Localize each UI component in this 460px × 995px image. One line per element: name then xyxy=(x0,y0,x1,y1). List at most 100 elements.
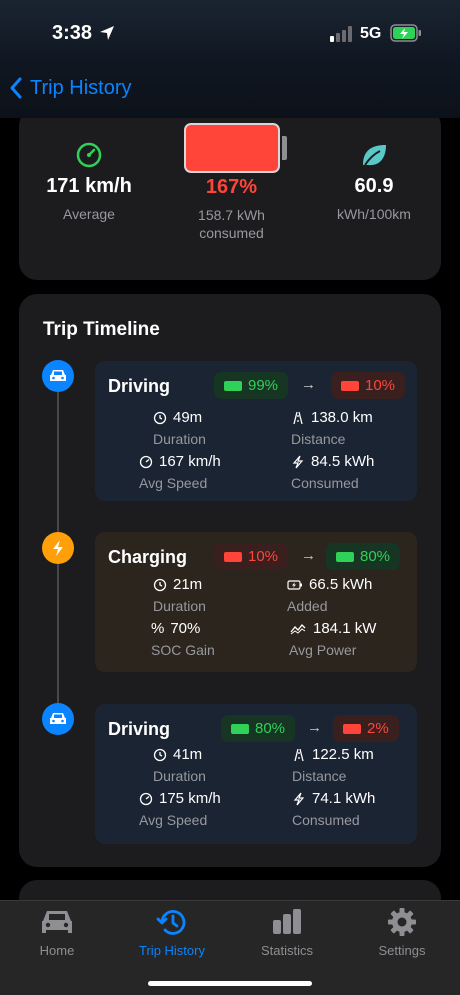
metric-label: Added xyxy=(287,598,328,614)
back-button[interactable]: Trip History xyxy=(8,76,131,100)
soc-start-value: 10% xyxy=(248,548,279,565)
timeline-segment-driving[interactable]: Driving 80% → 2% 41m Duration 122.5 km D… xyxy=(95,704,417,844)
tab-label: Home xyxy=(39,943,75,958)
efficiency-stat: 60.9 kWh/100km xyxy=(314,141,434,222)
gear-icon xyxy=(388,908,416,936)
battery-percent-value: 167% xyxy=(205,176,258,198)
cellular-signal-icon xyxy=(330,26,352,42)
segment-type: Driving xyxy=(108,719,171,739)
metric-consumed: 84.5 kWh Consumed xyxy=(291,453,374,491)
arrow-right-icon: → xyxy=(301,376,316,393)
soc-end-value: 10% xyxy=(365,377,396,394)
tab-statistics[interactable]: Statistics xyxy=(232,907,342,958)
metric-value: 175 km/h xyxy=(159,790,221,807)
battery-consumed-label: 158.7 kWh consumed xyxy=(198,207,265,241)
battery-icon xyxy=(336,551,354,562)
road-icon xyxy=(294,748,304,761)
metric-value: 184.1 kW xyxy=(313,620,377,637)
speedometer-icon xyxy=(139,792,153,805)
soc-end-badge: 80% xyxy=(326,543,401,570)
battery-icon xyxy=(231,723,249,734)
driving-node-icon xyxy=(42,703,74,735)
soc-start-value: 99% xyxy=(248,377,279,394)
segment-type: Charging xyxy=(108,547,187,567)
battery-level-tip xyxy=(282,136,287,160)
metric-label: SOC Gain xyxy=(151,642,215,658)
car-icon xyxy=(50,370,66,381)
home-indicator[interactable] xyxy=(148,981,312,986)
metric-label: Avg Speed xyxy=(139,475,208,491)
metric-distance: 138.0 km Distance xyxy=(291,409,373,447)
bolt-icon xyxy=(292,455,304,468)
tab-settings[interactable]: Settings xyxy=(347,907,457,958)
scroll-content[interactable]: 171 km/h Average 167% 158.7 kWh consumed … xyxy=(0,118,460,900)
waveform-icon xyxy=(290,623,306,634)
metric-value: 66.5 kWh xyxy=(309,576,373,593)
speedometer-icon xyxy=(76,142,102,168)
tab-trip-history[interactable]: Trip History xyxy=(117,907,227,958)
timeline-segment-driving[interactable]: Driving 99% → 10% 49m Duration 138.0 km … xyxy=(95,361,417,501)
timeline-segment-charging[interactable]: Charging 10% → 80% 21m Duration 66.5 kWh… xyxy=(95,532,417,672)
metric-label: Duration xyxy=(153,598,206,614)
next-card-partial xyxy=(19,880,441,900)
bolt-icon xyxy=(293,792,305,805)
arrow-right-icon: → xyxy=(301,547,316,564)
charging-node-icon xyxy=(42,532,74,564)
metric-avg-speed: 167 km/h Avg Speed xyxy=(139,453,221,491)
metric-value: 49m xyxy=(173,409,203,426)
clock-icon xyxy=(153,748,167,761)
metric-label: Consumed xyxy=(291,475,359,491)
metric-label: Distance xyxy=(291,431,346,447)
metric-value: 138.0 km xyxy=(311,409,373,426)
soc-start-value: 80% xyxy=(255,720,286,737)
clock-history-icon xyxy=(156,910,186,935)
trip-summary-card: 171 km/h Average 167% 158.7 kWh consumed … xyxy=(19,118,441,280)
tab-label: Settings xyxy=(378,943,426,958)
metric-soc-gain: % 70% SOC Gain xyxy=(151,620,215,658)
status-bar: 3:38 5G xyxy=(0,0,460,60)
percent-icon: % xyxy=(151,620,165,637)
soc-end-value: 80% xyxy=(360,548,391,565)
soc-end-badge: 10% xyxy=(331,372,406,399)
segment-type: Driving xyxy=(108,376,171,396)
metric-value: 74.1 kWh xyxy=(312,790,376,807)
tab-label: Trip History xyxy=(139,943,205,958)
lightning-icon xyxy=(53,540,63,556)
metric-duration: 41m Duration xyxy=(153,746,206,784)
metric-value: 21m xyxy=(173,576,203,593)
driving-node-icon xyxy=(42,360,74,392)
status-time: 3:38 xyxy=(52,22,93,44)
soc-end-badge: 2% xyxy=(333,715,399,742)
chevron-left-icon xyxy=(10,77,22,99)
leaf-icon xyxy=(363,145,386,166)
car-icon xyxy=(50,713,66,724)
soc-end-value: 2% xyxy=(367,720,389,737)
soc-start-badge: 10% xyxy=(214,543,289,570)
metric-distance: 122.5 km Distance xyxy=(292,746,374,784)
car-icon xyxy=(42,911,72,933)
tab-home[interactable]: Home xyxy=(2,907,112,958)
metric-consumed: 74.1 kWh Consumed xyxy=(292,790,375,828)
bar-chart-icon xyxy=(273,909,301,934)
network-type: 5G xyxy=(360,25,382,42)
battery-charging-icon xyxy=(390,24,421,42)
metric-value: 167 km/h xyxy=(159,453,221,470)
battery-icon xyxy=(341,380,359,391)
navigation-bar: Trip History xyxy=(0,60,460,118)
metric-value: 70% xyxy=(170,620,201,637)
battery-bolt-icon xyxy=(287,579,302,590)
clock-icon xyxy=(153,578,167,591)
metric-label: Duration xyxy=(153,768,206,784)
battery-icon xyxy=(224,551,242,562)
battery-level-icon xyxy=(184,123,280,173)
efficiency-label: kWh/100km xyxy=(337,206,411,222)
metric-value: 84.5 kWh xyxy=(311,453,375,470)
arrow-right-icon: → xyxy=(307,719,322,736)
metric-label: Distance xyxy=(292,768,347,784)
soc-start-badge: 99% xyxy=(214,372,289,399)
tab-label: Statistics xyxy=(260,943,313,958)
trip-timeline-card: Trip Timeline Driving 99% → 10% 49m Dura… xyxy=(19,294,441,867)
metric-duration: 21m Duration xyxy=(153,576,206,614)
metric-value: 41m xyxy=(173,746,203,763)
metric-added: 66.5 kWh Added xyxy=(287,576,372,614)
